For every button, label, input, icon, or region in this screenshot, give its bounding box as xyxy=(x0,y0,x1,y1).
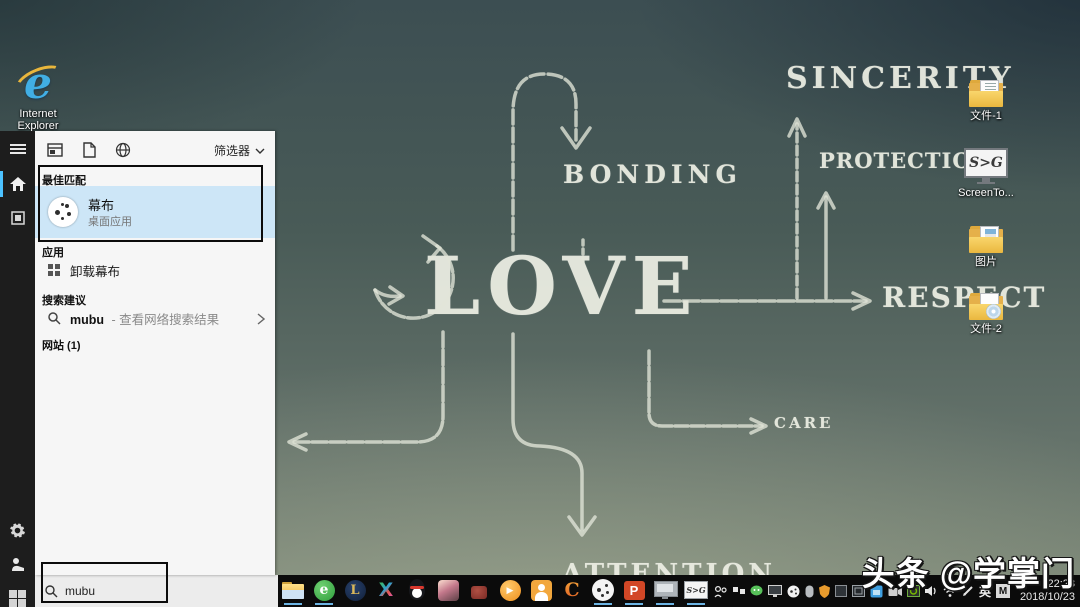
folder-icon xyxy=(969,226,1003,253)
security-shield-icon[interactable] xyxy=(819,585,830,598)
best-match-result-mubu[interactable]: 幕布 桌面应用 xyxy=(35,186,275,238)
taskbar-l-app-icon[interactable]: L xyxy=(343,578,367,602)
chevron-down-icon xyxy=(255,148,265,154)
mubu-app-icon xyxy=(48,197,78,227)
running-indicator xyxy=(594,603,612,605)
documents-filter-icon[interactable] xyxy=(79,140,99,160)
running-indicator xyxy=(625,603,643,605)
suggestion-query: mubu xyxy=(70,313,104,327)
running-indicator xyxy=(315,603,333,605)
hidden-icons-chevron[interactable] xyxy=(733,586,745,596)
folder-icon xyxy=(969,80,1003,107)
taskbar-mubu-icon[interactable] xyxy=(591,578,615,602)
filters-dropdown[interactable]: 筛选器 xyxy=(214,142,265,159)
watermark: 头条 @学掌门 xyxy=(862,547,1075,595)
people-icon[interactable] xyxy=(714,585,728,598)
section-web: 网站 (1) xyxy=(42,337,81,353)
icon-label: ScreenTo... xyxy=(950,187,1022,199)
account-icon[interactable] xyxy=(0,547,35,581)
screentogif-icon: S>G xyxy=(684,581,708,599)
wechat-tray-icon[interactable] xyxy=(750,585,763,597)
running-indicator xyxy=(656,603,674,605)
taskbar-powerpoint-icon[interactable]: P xyxy=(622,578,646,602)
screentogif-base xyxy=(977,182,995,184)
settings-gear-icon[interactable] xyxy=(0,513,35,547)
icon-label: 文件-1 xyxy=(950,110,1022,122)
result-uninstall-mubu[interactable]: 卸载幕布 xyxy=(35,257,275,283)
taskbar-qq-icon[interactable] xyxy=(405,578,429,602)
taskbar-file-explorer-icon[interactable] xyxy=(281,578,305,602)
mouse-tray-icon[interactable] xyxy=(805,585,814,598)
desktop-icon-folder-2[interactable]: 文件-2 xyxy=(950,293,1022,335)
cd-icon xyxy=(986,304,1001,319)
result-web-suggestion[interactable]: mubu - 查看网络搜索结果 xyxy=(35,305,275,331)
running-indicator xyxy=(284,603,302,605)
browser-icon: e xyxy=(314,580,335,601)
red-app-icon xyxy=(471,586,487,599)
result-subtitle: 桌面应用 xyxy=(88,213,132,229)
taskbar-person-app-icon[interactable] xyxy=(529,578,553,602)
result-title: 幕布 xyxy=(88,195,114,214)
qq-penguin-icon xyxy=(408,579,426,601)
taskbar-c-app-icon[interactable]: C xyxy=(560,578,584,602)
desktop-icon-pictures[interactable]: 图片 xyxy=(950,226,1022,268)
web-filter-icon[interactable] xyxy=(113,140,133,160)
desktop-icon-folder-1[interactable]: 文件-1 xyxy=(950,80,1022,122)
person-app-icon xyxy=(531,580,552,601)
screentogif-icon: S>G xyxy=(964,148,1008,178)
icon-label: Internet xyxy=(2,108,74,120)
start-button-windows-icon[interactable] xyxy=(0,581,35,607)
search-panel: 筛选器 最佳匹配 幕布 桌面应用 应用 卸载幕布 搜索建议 xyxy=(35,131,275,575)
icon-label: 图片 xyxy=(950,256,1022,268)
desktop: LOVE BONDING SINCERITY PROTECTION RESPEC… xyxy=(0,0,1080,607)
search-input-value: mubu xyxy=(65,584,95,598)
apps-filter-icon[interactable] xyxy=(45,140,65,160)
running-indicator xyxy=(687,603,705,605)
taskbar-red-app-icon[interactable] xyxy=(467,578,491,602)
watermark-prefix: 头条 xyxy=(862,555,940,592)
menu-hamburger-icon[interactable] xyxy=(0,132,35,166)
result-text: 卸载幕布 xyxy=(70,261,120,280)
taskbar-x-app-icon[interactable]: X xyxy=(374,578,398,602)
active-accent-bar xyxy=(0,171,3,197)
taskbar-search-box[interactable]: mubu xyxy=(35,575,278,607)
search-icon xyxy=(45,585,58,598)
mubu-app-icon xyxy=(592,579,614,601)
dark-app-tray-icon[interactable] xyxy=(835,585,847,597)
chevron-right-icon xyxy=(257,312,265,330)
video-play-icon: ▶ xyxy=(500,580,521,601)
internet-explorer-icon: e xyxy=(15,62,61,106)
taskbar-video-app-icon[interactable]: ▶ xyxy=(498,578,522,602)
taskbar-apps: e L X ▶ C xyxy=(281,578,708,602)
folder-icon xyxy=(282,582,304,599)
l-app-icon: L xyxy=(345,580,366,601)
filters-label: 筛选器 xyxy=(214,142,250,159)
monitor-icon xyxy=(654,581,676,599)
taskbar-360-browser-icon[interactable]: e xyxy=(312,578,336,602)
icon-label: 文件-2 xyxy=(950,323,1022,335)
taskbar-remote-monitor-icon[interactable] xyxy=(653,578,677,602)
uninstall-icon xyxy=(47,264,61,276)
desktop-icon-internet-explorer[interactable]: e Internet Explorer xyxy=(2,62,74,132)
taskbar-screentogif-icon[interactable]: S>G xyxy=(684,578,708,602)
powerpoint-icon: P xyxy=(624,581,645,600)
collections-icon[interactable] xyxy=(0,201,35,235)
search-icon xyxy=(47,312,61,325)
suggestion-detail: - 查看网络搜索结果 xyxy=(112,313,220,327)
home-icon[interactable] xyxy=(0,167,35,201)
photo-app-icon xyxy=(438,580,459,601)
desktop-icon-screentogif[interactable]: S>G ScreenTo... xyxy=(950,148,1022,199)
c-app-icon: C xyxy=(564,579,579,601)
x-app-icon: X xyxy=(379,579,394,601)
watermark-handle: @学掌门 xyxy=(940,555,1075,592)
mubu-tray-icon[interactable] xyxy=(787,585,800,598)
start-rail xyxy=(0,131,35,607)
folder-icon xyxy=(969,293,1003,320)
display-tray-icon[interactable] xyxy=(768,585,782,597)
taskbar-photo-app-icon[interactable] xyxy=(436,578,460,602)
